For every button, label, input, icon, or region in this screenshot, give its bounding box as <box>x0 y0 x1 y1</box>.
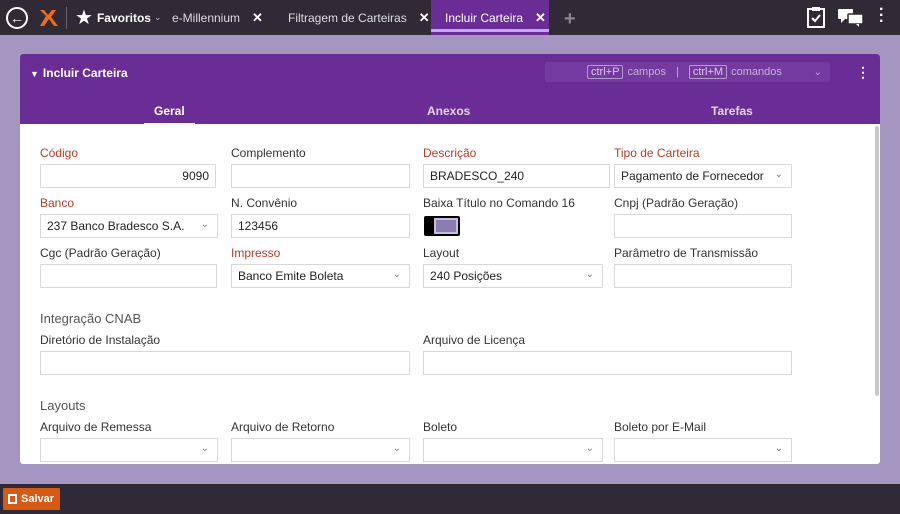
tab-geral[interactable]: Geral <box>144 104 195 125</box>
panel-title-text: Incluir Carteira <box>42 66 128 80</box>
close-icon[interactable]: ✕ <box>252 10 263 26</box>
diretorio-input[interactable] <box>40 351 410 375</box>
complemento-label: Complemento <box>231 146 306 160</box>
close-icon[interactable]: ✕ <box>419 10 430 26</box>
parametro-input[interactable] <box>614 264 792 288</box>
chevron-down-icon[interactable]: ⌄ <box>201 443 209 454</box>
integracao-section-title: Integração CNAB <box>40 311 142 326</box>
tab-e-millennium[interactable]: e-Millennium ✕ <box>172 0 263 35</box>
toggle-knob <box>434 218 458 234</box>
more-vertical-icon[interactable]: · · · <box>879 2 884 30</box>
cnpj-label: Cnpj (Padrão Geração) <box>614 196 739 210</box>
codigo-input[interactable]: 9090 <box>40 164 216 188</box>
chevron-down-icon[interactable]: ⌄ <box>586 269 594 280</box>
parametro-label: Parâmetro de Transmissão <box>614 246 759 260</box>
close-icon[interactable]: ✕ <box>535 10 546 26</box>
baixa-titulo-toggle[interactable] <box>424 216 460 236</box>
remessa-label: Arquivo de Remessa <box>40 420 152 434</box>
tab-anexos[interactable]: Anexos <box>427 104 470 118</box>
shortcut-commands-label: comandos <box>731 66 782 78</box>
active-tab-indicator <box>431 29 549 32</box>
impresso-select[interactable]: Banco Emite Boleta ⌄ <box>231 264 410 288</box>
tab-label: e-Millennium <box>172 10 241 25</box>
shortcut-key-fields: ctrl+P <box>587 65 624 79</box>
boleto-email-label: Boleto por E-Mail <box>614 420 707 434</box>
panel-title[interactable]: ▼ Incluir Carteira <box>30 66 128 80</box>
tab-label: Filtragem de Carteiras <box>288 10 407 25</box>
back-icon[interactable]: ← <box>6 6 28 29</box>
chevron-down-icon[interactable]: ⌄ <box>201 219 209 230</box>
chevron-down-icon[interactable]: ⌄ <box>393 443 401 454</box>
app-logo-icon <box>40 9 58 26</box>
star-icon[interactable]: ★ <box>75 8 93 28</box>
banco-label: Banco <box>40 196 75 210</box>
layout-select[interactable]: 240 Posições ⌄ <box>423 264 603 288</box>
tipo-carteira-value: Pagamento de Fornecedor <box>621 169 764 183</box>
boleto-label: Boleto <box>423 420 458 434</box>
clipboard-check-icon[interactable] <box>806 6 826 28</box>
tipo-carteira-select[interactable]: Pagamento de Fornecedor ⌄ <box>614 164 792 188</box>
baixa-titulo-label: Baixa Título no Comando 16 <box>423 196 575 210</box>
shortcut-key-commands: ctrl+M <box>688 65 728 79</box>
bottom-bar: Salvar <box>0 484 900 514</box>
chevron-down-icon[interactable]: ⌄ <box>154 12 162 23</box>
convenio-input[interactable]: 123456 <box>231 214 410 238</box>
licenca-label: Arquivo de Licença <box>423 333 526 347</box>
chevron-down-icon[interactable]: ⌄ <box>586 443 594 454</box>
divider <box>66 6 67 29</box>
licenca-input[interactable] <box>423 351 792 375</box>
panel-header: ▼ Incluir Carteira ctrl+P campos | ctrl+M… <box>20 54 880 125</box>
banco-value: 237 Banco Bradesco S.A. <box>47 219 185 233</box>
impresso-label: Impresso <box>231 246 281 260</box>
boleto-email-select[interactable]: ⌄ <box>614 438 792 462</box>
diretorio-label: Diretório de Instalação <box>40 333 161 347</box>
chevron-down-icon[interactable]: ⌄ <box>775 169 783 180</box>
add-tab-icon[interactable]: + <box>564 9 576 29</box>
favorites-menu[interactable]: Favoritos <box>97 11 151 25</box>
cnpj-input[interactable] <box>614 214 792 238</box>
retorno-select[interactable]: ⌄ <box>231 438 410 462</box>
tab-incluir-carteira[interactable]: Incluir Carteira ✕ <box>431 0 549 35</box>
layout-label: Layout <box>423 246 460 260</box>
shortcut-fields-label: campos <box>627 66 666 78</box>
save-label: Salvar <box>21 493 55 505</box>
chevron-down-icon[interactable]: ⌄ <box>814 67 822 78</box>
layout-value: 240 Posições <box>430 269 503 283</box>
form-panel: ▼ Incluir Carteira ctrl+P campos | ctrl+M… <box>20 54 880 464</box>
chat-icon[interactable] <box>838 9 864 27</box>
descricao-label: Descrição <box>423 146 477 160</box>
panel-menu-icon[interactable]: ⋮ <box>856 65 870 79</box>
tab-tarefas[interactable]: Tarefas <box>711 104 753 118</box>
cgc-label: Cgc (Padrão Geração) <box>40 246 161 260</box>
chevron-down-icon[interactable]: ⌄ <box>775 443 783 454</box>
tab-label: Incluir Carteira <box>445 10 524 25</box>
tipo-carteira-label: Tipo de Carteira <box>614 146 700 160</box>
collapse-triangle-icon[interactable]: ▼ <box>30 69 39 79</box>
retorno-label: Arquivo de Retorno <box>231 420 335 434</box>
tab-filtragem-carteiras[interactable]: Filtragem de Carteiras ✕ <box>288 0 430 35</box>
cgc-input[interactable] <box>40 264 217 288</box>
save-icon <box>8 494 17 504</box>
banco-select[interactable]: 237 Banco Bradesco S.A. ⌄ <box>40 214 218 238</box>
impresso-value: Banco Emite Boleta <box>238 269 344 283</box>
complemento-input[interactable] <box>231 164 410 188</box>
chevron-down-icon[interactable]: ⌄ <box>393 269 401 280</box>
convenio-label: N. Convênio <box>231 196 298 210</box>
command-box[interactable]: ctrl+P campos | ctrl+M comandos ⌄ <box>545 62 830 82</box>
save-button[interactable]: Salvar <box>3 488 61 510</box>
shortcut-separator: | <box>675 66 679 78</box>
codigo-label: Código <box>40 146 79 160</box>
layouts-section-title: Layouts <box>40 398 86 413</box>
remessa-select[interactable]: ⌄ <box>40 438 218 462</box>
boleto-select[interactable]: ⌄ <box>423 438 603 462</box>
descricao-input[interactable]: BRADESCO_240 <box>423 164 610 188</box>
scrollbar[interactable] <box>875 126 879 396</box>
